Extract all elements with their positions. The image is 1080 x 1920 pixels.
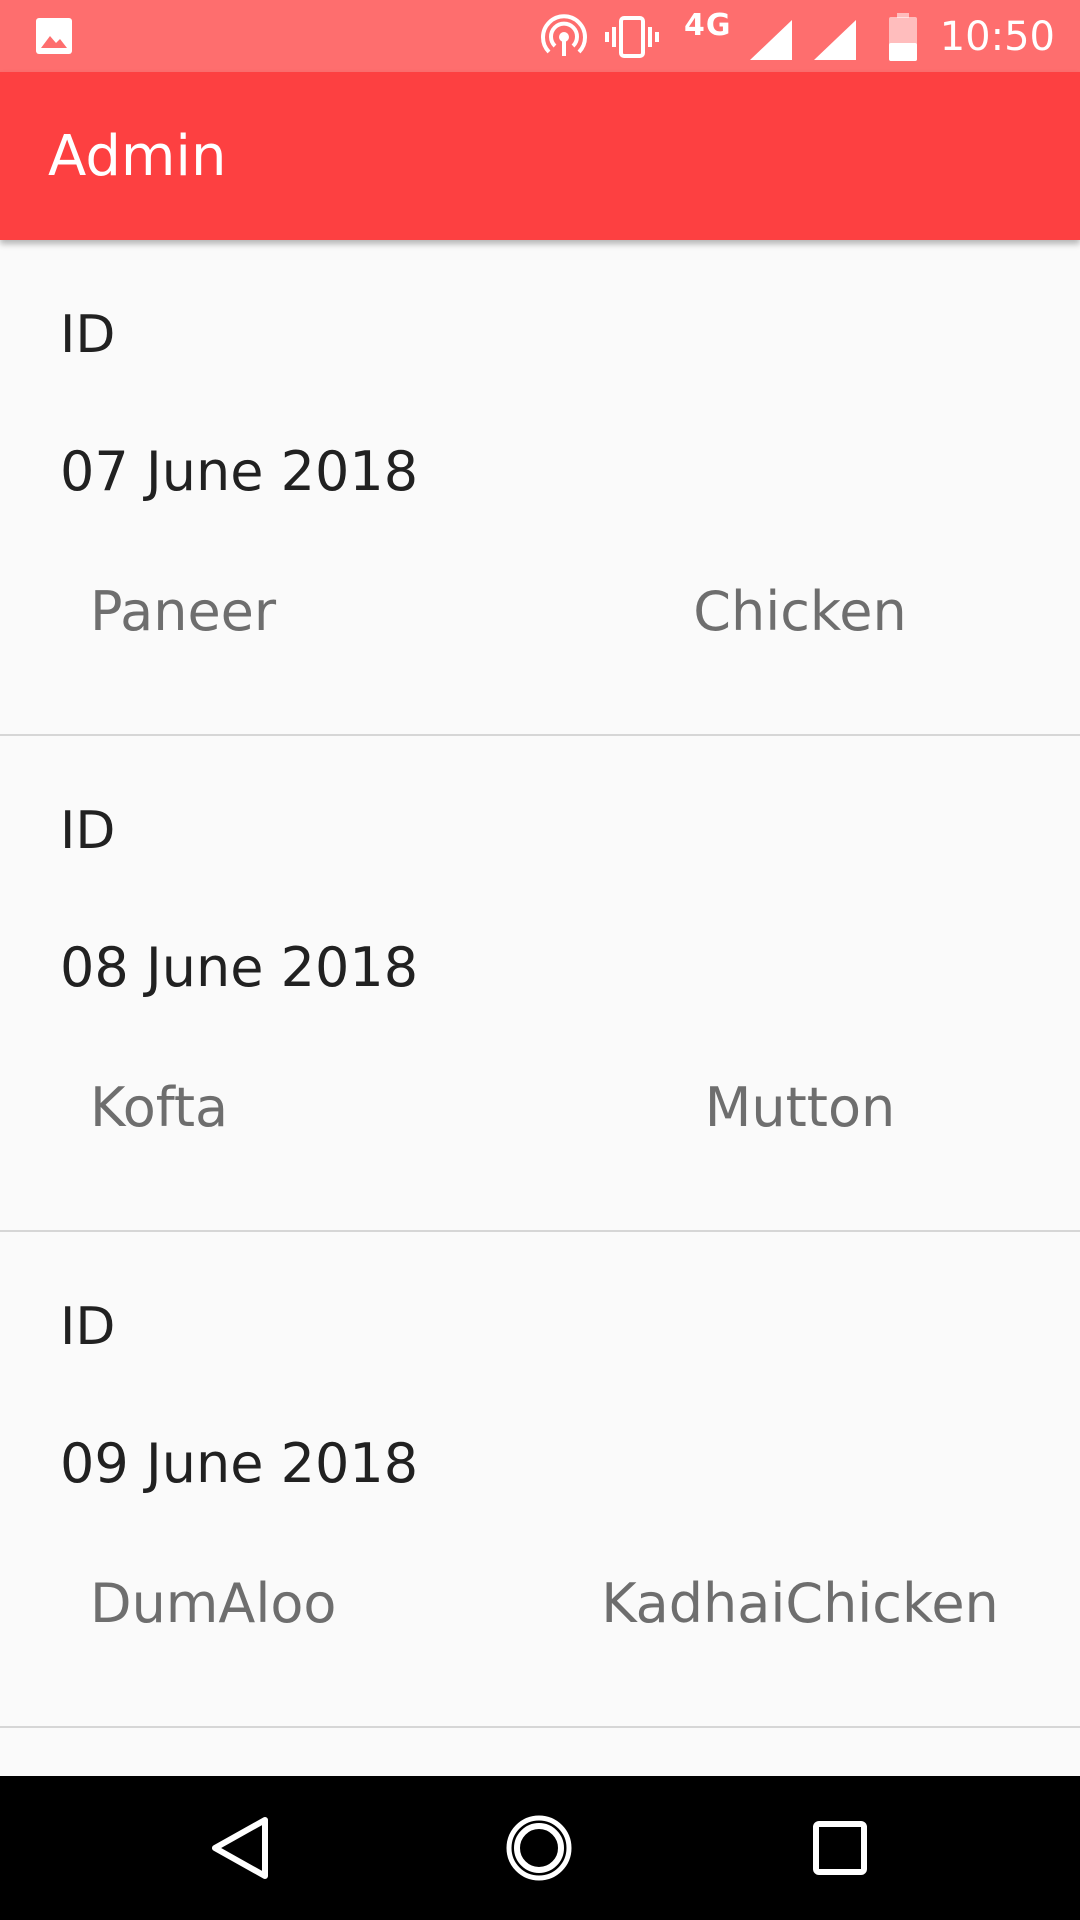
order-item-left: Kofta bbox=[90, 1076, 229, 1139]
order-card[interactable]: ID 07 June 2018 Paneer Chicken bbox=[0, 240, 1080, 736]
order-date: 08 June 2018 bbox=[60, 936, 419, 999]
back-icon[interactable] bbox=[207, 1814, 273, 1882]
order-card[interactable]: ID 09 June 2018 DumAloo KadhaiChicken bbox=[0, 1232, 1080, 1728]
status-clock: 10:50 bbox=[939, 14, 1055, 60]
order-date: 07 June 2018 bbox=[60, 440, 419, 503]
battery-icon bbox=[889, 13, 917, 61]
order-item-right: Chicken bbox=[693, 580, 907, 643]
recents-icon[interactable] bbox=[812, 1820, 868, 1876]
order-id-label: ID bbox=[60, 801, 116, 861]
signal-icon bbox=[814, 20, 856, 60]
signal-icon bbox=[750, 20, 792, 60]
order-card[interactable]: ID 08 June 2018 Kofta Mutton bbox=[0, 736, 1080, 1232]
order-item-right: Mutton bbox=[704, 1076, 896, 1139]
navigation-bar bbox=[0, 1776, 1080, 1920]
order-item-left: DumAloo bbox=[90, 1572, 337, 1635]
app-bar: Admin bbox=[0, 72, 1080, 240]
network-type-label: 4G bbox=[684, 8, 732, 43]
page-title: Admin bbox=[48, 124, 227, 189]
order-item-right: KadhaiChicken bbox=[601, 1572, 999, 1635]
order-item-left: Paneer bbox=[90, 580, 277, 643]
order-date: 09 June 2018 bbox=[60, 1432, 419, 1495]
home-icon[interactable] bbox=[505, 1814, 573, 1882]
gallery-icon bbox=[36, 18, 72, 54]
hotspot-icon bbox=[541, 14, 587, 56]
order-list: ID 07 June 2018 Paneer Chicken ID 08 Jun… bbox=[0, 240, 1080, 1728]
screen: 4G 10:50 Admin ID 07 June 2018 Paneer Ch… bbox=[0, 0, 1080, 1920]
order-id-label: ID bbox=[60, 1297, 116, 1357]
vibrate-icon bbox=[605, 16, 659, 58]
status-bar: 4G 10:50 bbox=[0, 0, 1080, 72]
order-id-label: ID bbox=[60, 305, 116, 365]
